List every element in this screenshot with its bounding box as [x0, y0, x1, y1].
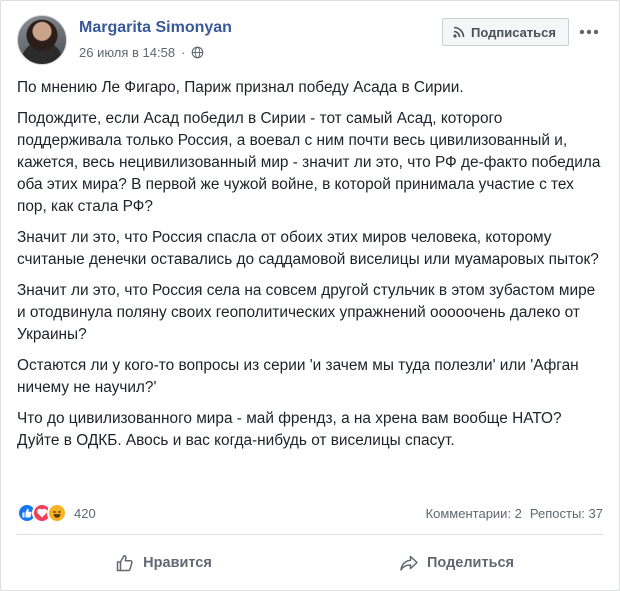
share-arrow-icon — [400, 555, 418, 571]
post-paragraph: Подождите, если Асад победил в Сирии - т… — [17, 110, 601, 215]
haha-reaction-icon — [47, 503, 67, 523]
post-text: По мнению Ле Фигаро, Париж признал побед… — [17, 77, 607, 461]
share-label: Поделиться — [426, 555, 515, 571]
rss-icon — [453, 26, 465, 38]
author-avatar[interactable] — [17, 15, 67, 65]
share-button[interactable]: Поделиться — [310, 547, 603, 579]
subscribe-button[interactable]: Подписаться — [441, 18, 569, 46]
engagement-counts: Комментарии: 2 Репосты: 37 — [426, 506, 603, 521]
like-label: Нравится — [143, 555, 212, 571]
post-paragraph: Значит ли это, что Россия села на совсем… — [17, 282, 596, 343]
post-paragraph: Что до цивилизованного мира - май френдз… — [17, 410, 562, 449]
post-paragraph: По мнению Ле Фигаро, Париж признал побед… — [17, 79, 464, 96]
post-header: Margarita Simonyan 26 июля в 14:58 · Под… — [17, 13, 603, 67]
divider — [17, 534, 603, 535]
post-timestamp[interactable]: 26 июля в 14:58 — [79, 45, 175, 60]
post-paragraph: Значит ли это, что Россия спасла от обои… — [17, 229, 599, 268]
post-meta: 26 июля в 14:58 · — [79, 45, 204, 60]
post-actions: Нравится Поделиться — [17, 541, 603, 585]
post-stats: 420 Комментарии: 2 Репосты: 37 — [17, 501, 603, 525]
subscribe-label: Подписаться — [470, 24, 556, 40]
reactions-summary[interactable]: 420 — [17, 503, 96, 523]
more-icon[interactable] — [577, 22, 601, 42]
reaction-count: 420 — [74, 505, 96, 521]
reposts-count[interactable]: Репосты: 37 — [530, 506, 603, 521]
like-button[interactable]: Нравится — [17, 547, 310, 579]
comments-count[interactable]: Комментарии: 2 — [426, 506, 522, 521]
post-paragraph: Остаются ли у кого-то вопросы из серии '… — [17, 357, 579, 396]
thumbs-up-icon — [116, 555, 133, 572]
post-card: Margarita Simonyan 26 июля в 14:58 · Под… — [0, 0, 620, 591]
globe-icon[interactable] — [191, 46, 204, 59]
author-name[interactable]: Margarita Simonyan — [79, 19, 232, 37]
